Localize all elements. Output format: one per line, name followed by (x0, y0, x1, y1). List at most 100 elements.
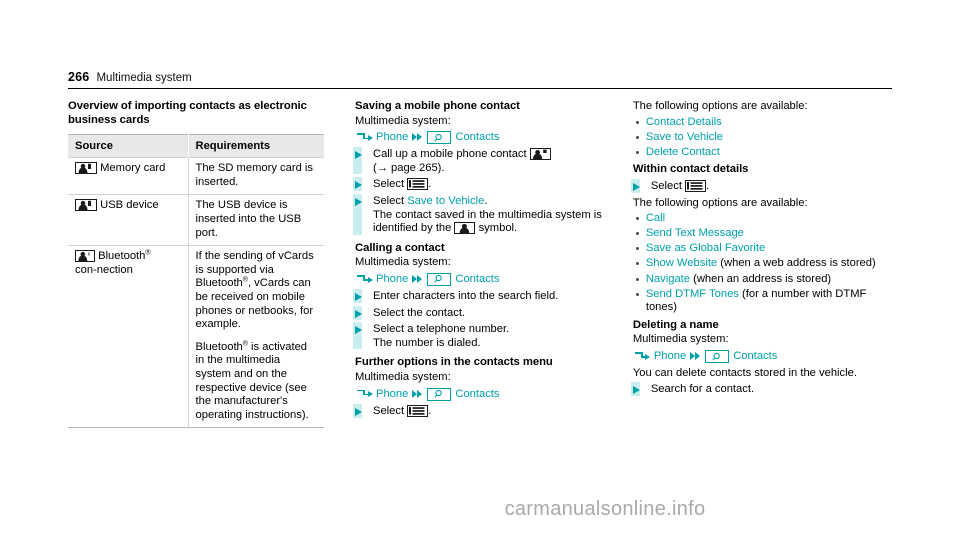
list-item[interactable]: Call (633, 212, 898, 226)
menu-path-leaf: Contacts (455, 272, 500, 285)
source-label: Memory card (100, 162, 166, 175)
table-row: USB device The USB device is inserted in… (68, 194, 324, 246)
watermark-text: carmanualsonline.info (504, 498, 706, 520)
step-triangle-icon (355, 292, 362, 301)
hook-arrow-icon (634, 351, 651, 362)
step-text: Select the contact. (373, 306, 466, 319)
step-triangle-icon (355, 407, 362, 416)
cell-requirements: The SD memory card is inserted. (188, 157, 324, 195)
options-list-icon (407, 404, 429, 417)
menu-path-phone-contacts[interactable]: Phone Contacts (355, 387, 602, 402)
options-list-icon (685, 179, 707, 192)
list-item[interactable]: Show Website (when a web address is stor… (633, 257, 898, 271)
menu-path-phone-contacts[interactable]: Phone Contacts (355, 130, 602, 145)
requirement-text: If the sending of vCards is supported vi… (195, 250, 314, 331)
step-item: Select Save to Vehicle. The contact save… (353, 193, 602, 236)
step-triangle-icon (355, 181, 362, 190)
step-triangle-icon (632, 385, 640, 394)
section-title-saving-contact: Saving a mobile phone contact (355, 100, 520, 112)
menu-path-leaf: Contacts (455, 131, 500, 144)
section-subtitle: Multimedia system: (632, 333, 729, 346)
bluetooth-contact-icon: 8 (75, 250, 95, 263)
option-label[interactable]: Send Text Message (646, 227, 744, 239)
double-chevron-icon (690, 352, 701, 361)
content-columns: Overview of importing contacts as electr… (68, 100, 898, 480)
option-label[interactable]: Navigate (646, 273, 690, 285)
step-triangle-icon (355, 151, 362, 160)
step-item: Select the contact. (353, 305, 602, 321)
search-icon (427, 131, 452, 145)
step-item: Call up a mobile phone contact (→ page 2… (353, 147, 602, 175)
hook-arrow-icon (357, 132, 373, 143)
cell-source: Memory card (68, 157, 189, 195)
column-header-source: Source (68, 134, 189, 158)
options-intro-1: The following options are available: (632, 100, 808, 112)
option-label[interactable]: Call (646, 212, 665, 224)
steps-deleting-a-name: Search for a contact. (630, 381, 898, 397)
step-item: Search for a contact. (630, 381, 898, 397)
option-suffix: (when a web address is stored) (717, 257, 876, 270)
step-triangle-icon (355, 309, 362, 318)
step-text: Enter characters into the search field. (373, 289, 559, 302)
options-list-icon (407, 178, 429, 191)
menu-path-phone-contacts[interactable]: Phone Contacts (355, 272, 602, 287)
menu-path-root: Phone (653, 350, 687, 362)
menu-path-leaf: Contacts (733, 350, 778, 362)
step-text: Select (650, 179, 686, 192)
section-title-deleting-a-name: Deleting a name (632, 318, 719, 331)
cell-requirements: If the sending of vCards is supported vi… (188, 245, 324, 428)
column-right: The following options are available: Con… (630, 100, 898, 480)
list-item[interactable]: Save as Global Favorite (633, 242, 898, 256)
step-text-after: . (428, 178, 432, 191)
step-item: Select a telephone number. The number is… (353, 322, 602, 350)
source-label: USB device (100, 199, 159, 212)
step-text: Select (373, 194, 408, 207)
step-text: Search for a contact. (650, 382, 755, 395)
step-item: Select . (353, 177, 602, 192)
search-icon (705, 350, 730, 363)
steps-within-contact-details: Select . (630, 178, 898, 194)
column-middle: Saving a mobile phone contact Multimedia… (353, 100, 602, 480)
list-item[interactable]: Send Text Message (633, 227, 898, 241)
section-subtitle: Multimedia system: (355, 370, 451, 383)
options-list-2: Call Send Text Message Save as Global Fa… (633, 212, 898, 315)
hook-arrow-icon (357, 274, 373, 285)
step-note: The number is dialed. (373, 336, 481, 349)
steps-calling-contact: Enter characters into the search field. … (353, 288, 602, 350)
menu-path-root: Phone (376, 387, 409, 400)
step-triangle-icon (355, 197, 362, 206)
step-item: Select . (353, 403, 602, 419)
cell-source: USB device (68, 194, 189, 246)
step-text: Select (373, 178, 408, 191)
list-item[interactable]: Navigate (when an address is stored) (633, 273, 898, 287)
step-text-continued: (→ page 265). (373, 161, 445, 174)
step-triangle-icon (632, 182, 640, 191)
menu-path-root: Phone (376, 131, 409, 144)
table-header-row: Source Requirements (68, 134, 324, 158)
option-label[interactable]: Delete Contact (646, 146, 720, 158)
section-subtitle: Multimedia system: (355, 114, 451, 127)
cell-requirements: The USB device is inserted into the USB … (188, 194, 324, 246)
section-title: Multimedia system (96, 72, 192, 84)
option-label[interactable]: Save as Global Favorite (646, 242, 765, 254)
menu-path-phone-contacts[interactable]: Phone Contacts (633, 349, 898, 364)
list-item[interactable]: Contact Details (633, 116, 898, 130)
option-label[interactable]: Show Website (646, 257, 717, 269)
double-chevron-icon (412, 133, 423, 142)
table-row: Memory card The SD memory card is insert… (68, 157, 324, 195)
step-text-after: . (428, 404, 432, 417)
option-label[interactable]: Send DTMF Tones (646, 288, 739, 300)
section-title-within-contact-details: Within contact details (632, 163, 749, 176)
list-item[interactable]: Send DTMF Tones (for a number with DTMF … (633, 288, 898, 315)
menu-option-link[interactable]: Save to Vehicle (407, 195, 484, 207)
search-icon (427, 387, 452, 401)
list-item[interactable]: Delete Contact (633, 146, 898, 160)
cell-source: 8 Bluetooth® con‑nection (68, 245, 189, 428)
contact-symbol-icon (454, 222, 476, 235)
option-label[interactable]: Contact Details (646, 116, 722, 128)
steps-saving-contact: Call up a mobile phone contact (→ page 2… (353, 147, 602, 236)
section-title-calling-contact: Calling a contact (355, 241, 445, 254)
list-item[interactable]: Save to Vehicle (633, 131, 898, 145)
watermark: carmanualsonline.info (0, 498, 960, 521)
option-label[interactable]: Save to Vehicle (646, 131, 723, 143)
